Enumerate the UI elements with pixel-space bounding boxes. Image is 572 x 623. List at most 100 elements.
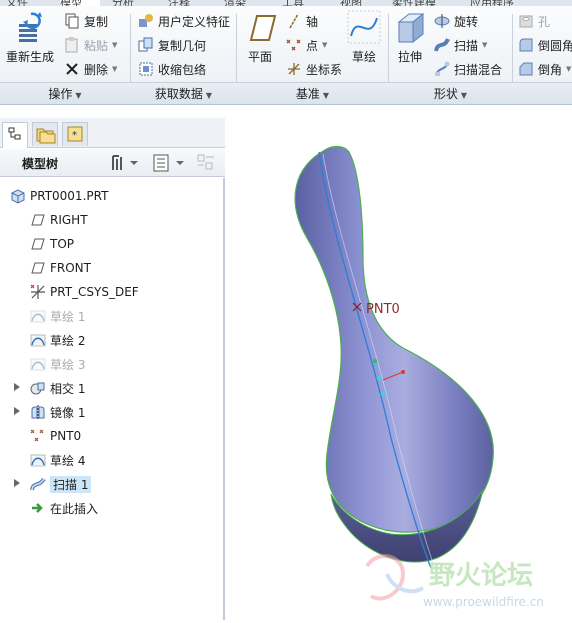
tree-node-label: 草绘 4 bbox=[50, 453, 86, 468]
shrinkwrap-icon bbox=[138, 61, 154, 77]
tree-node-label: TOP bbox=[50, 237, 75, 251]
paste-button[interactable]: 粘贴 ▼ bbox=[64, 34, 117, 56]
favorites-icon: * bbox=[67, 126, 83, 142]
group-label-get-data[interactable]: 获取数据 ▼ bbox=[131, 83, 236, 105]
tree-node[interactable]: 草绘 3 bbox=[30, 354, 85, 374]
revolve-button[interactable]: 旋转 bbox=[434, 10, 478, 32]
tree-node-label: 镜像 1 bbox=[50, 405, 86, 420]
tree-node[interactable]: 在此插入 bbox=[30, 498, 98, 518]
tree-node[interactable]: PNT0 bbox=[30, 426, 81, 446]
tree-node[interactable]: PRT_CSYS_DEF bbox=[30, 282, 139, 302]
copy-geometry-button[interactable]: 复制几何 bbox=[138, 34, 206, 56]
datum-plane-button[interactable]: 平面 bbox=[240, 10, 280, 65]
expand-arrow-icon[interactable] bbox=[14, 407, 20, 415]
regenerate-icon bbox=[13, 10, 47, 44]
datum-axis-label: 轴 bbox=[306, 14, 319, 29]
model-graphic: PNT0 野火论坛 www.proewildfire.cn bbox=[294, 145, 544, 609]
watermark-url: www.proewildfire.cn bbox=[423, 595, 544, 609]
expand-arrow-icon[interactable] bbox=[14, 479, 20, 487]
tree-node[interactable]: 镜像 1 bbox=[14, 402, 86, 422]
sketch-icon bbox=[30, 452, 46, 468]
tree-node[interactable]: 草绘 2 bbox=[30, 330, 85, 350]
tree-filter-icon[interactable] bbox=[152, 153, 186, 176]
hole-icon bbox=[518, 13, 534, 29]
copy-geometry-label: 复制几何 bbox=[158, 38, 207, 53]
copy-geometry-icon bbox=[138, 37, 154, 53]
handle-point[interactable] bbox=[376, 375, 382, 381]
tree-node[interactable]: 草绘 4 bbox=[30, 450, 85, 470]
sketch-icon bbox=[347, 10, 381, 44]
tree-node-label: 在此插入 bbox=[50, 501, 99, 516]
tab-folder-browser[interactable] bbox=[32, 122, 58, 146]
tree-columns-icon[interactable] bbox=[196, 153, 218, 176]
shrinkwrap-button[interactable]: 收缩包络 bbox=[138, 58, 206, 80]
group-label-datum[interactable]: 基准 ▼ bbox=[237, 83, 388, 105]
start-point bbox=[373, 359, 377, 363]
tree-node-label: 草绘 2 bbox=[50, 333, 86, 348]
swept-blend-button[interactable]: 扫描混合 bbox=[434, 58, 502, 80]
tree-node-label: PRT0001.PRT bbox=[30, 189, 109, 203]
sweep-icon bbox=[434, 37, 450, 53]
tree-node-label: RIGHT bbox=[50, 213, 88, 227]
insert-here-icon bbox=[30, 500, 46, 516]
regenerate-button[interactable]: 重新生成 bbox=[4, 10, 56, 65]
hole-label: 孔 bbox=[538, 14, 551, 29]
tab-favorites[interactable]: * bbox=[62, 122, 88, 146]
shrinkwrap-label: 收缩包络 bbox=[158, 62, 207, 77]
tree-node[interactable]: 草绘 1 bbox=[30, 306, 85, 326]
datum-axis-icon bbox=[286, 13, 302, 29]
intersect-icon bbox=[30, 380, 46, 396]
delete-button[interactable]: 删除 ▼ bbox=[64, 58, 117, 80]
tree-node-label: FRONT bbox=[50, 261, 91, 275]
sketch-icon bbox=[30, 332, 46, 348]
revolve-label: 旋转 bbox=[454, 14, 479, 29]
tree-node[interactable]: PRT0001.PRT bbox=[10, 186, 108, 206]
datum-point-button[interactable]: 点 ▼ bbox=[286, 34, 327, 56]
sketch-label: 草绘 bbox=[351, 50, 376, 64]
ribbon: 重新生成 复制 粘贴 ▼ 删除 ▼ 用户定义特征 复制几何 收缩包络 平面 轴 点 ▼ bbox=[0, 6, 572, 110]
graphics-viewport[interactable]: PNT0 野火论坛 www.proewildfire.cn bbox=[227, 118, 572, 620]
tree-node[interactable]: RIGHT bbox=[30, 210, 88, 230]
tree-node[interactable]: FRONT bbox=[30, 258, 91, 278]
udf-label: 用户定义特征 bbox=[158, 14, 231, 29]
copy-button[interactable]: 复制 bbox=[64, 10, 108, 32]
sketch-button[interactable]: 草绘 bbox=[346, 10, 382, 65]
group-label-operations[interactable]: 操作 ▼ bbox=[0, 83, 130, 105]
sweep-button[interactable]: 扫描 ▼ bbox=[434, 34, 487, 56]
copy-label: 复制 bbox=[84, 14, 109, 29]
ribbon-bottom-gap bbox=[0, 105, 572, 118]
sweep-icon bbox=[30, 476, 46, 492]
tree-node[interactable]: 相交 1 bbox=[14, 378, 85, 398]
tree-node-label: 草绘 1 bbox=[50, 309, 86, 324]
regenerate-label: 重新生成 bbox=[5, 50, 54, 64]
tree-node-label: PRT_CSYS_DEF bbox=[50, 285, 139, 299]
round-button[interactable]: 倒圆角 bbox=[518, 34, 572, 56]
csys-label: 坐标系 bbox=[306, 62, 343, 77]
udf-icon bbox=[138, 13, 154, 29]
part-icon bbox=[10, 188, 26, 204]
chamfer-button[interactable]: 倒角 ▼ bbox=[518, 58, 571, 80]
datum-point-icon bbox=[30, 428, 46, 444]
handle-point[interactable] bbox=[380, 391, 386, 397]
hole-button[interactable]: 孔 bbox=[518, 10, 550, 32]
extrude-label: 拉伸 bbox=[397, 50, 422, 64]
paste-icon bbox=[64, 37, 80, 53]
extrude-button[interactable]: 拉伸 bbox=[392, 10, 428, 65]
udf-button[interactable]: 用户定义特征 bbox=[138, 10, 230, 32]
csys-icon bbox=[286, 61, 302, 77]
tab-model-tree[interactable] bbox=[2, 122, 28, 148]
expand-arrow-icon[interactable] bbox=[14, 383, 20, 391]
datum-axis-button[interactable]: 轴 bbox=[286, 10, 318, 32]
group-label-shapes[interactable]: 形状 ▼ bbox=[389, 83, 512, 105]
datum-plane-icon bbox=[243, 10, 277, 44]
model-tree-header: 模型树 bbox=[0, 149, 225, 177]
tree-node[interactable]: TOP bbox=[30, 234, 74, 254]
sketch-icon bbox=[30, 308, 46, 324]
delete-icon bbox=[64, 61, 80, 77]
csys-button[interactable]: 坐标系 bbox=[286, 58, 342, 80]
datum-plane-icon bbox=[30, 236, 46, 252]
tree-node-label: 扫描 1 bbox=[50, 475, 92, 493]
model-tree-title: 模型树 bbox=[22, 157, 59, 171]
tree-node[interactable]: 扫描 1 bbox=[14, 474, 92, 494]
tree-settings-icon[interactable] bbox=[110, 153, 140, 176]
